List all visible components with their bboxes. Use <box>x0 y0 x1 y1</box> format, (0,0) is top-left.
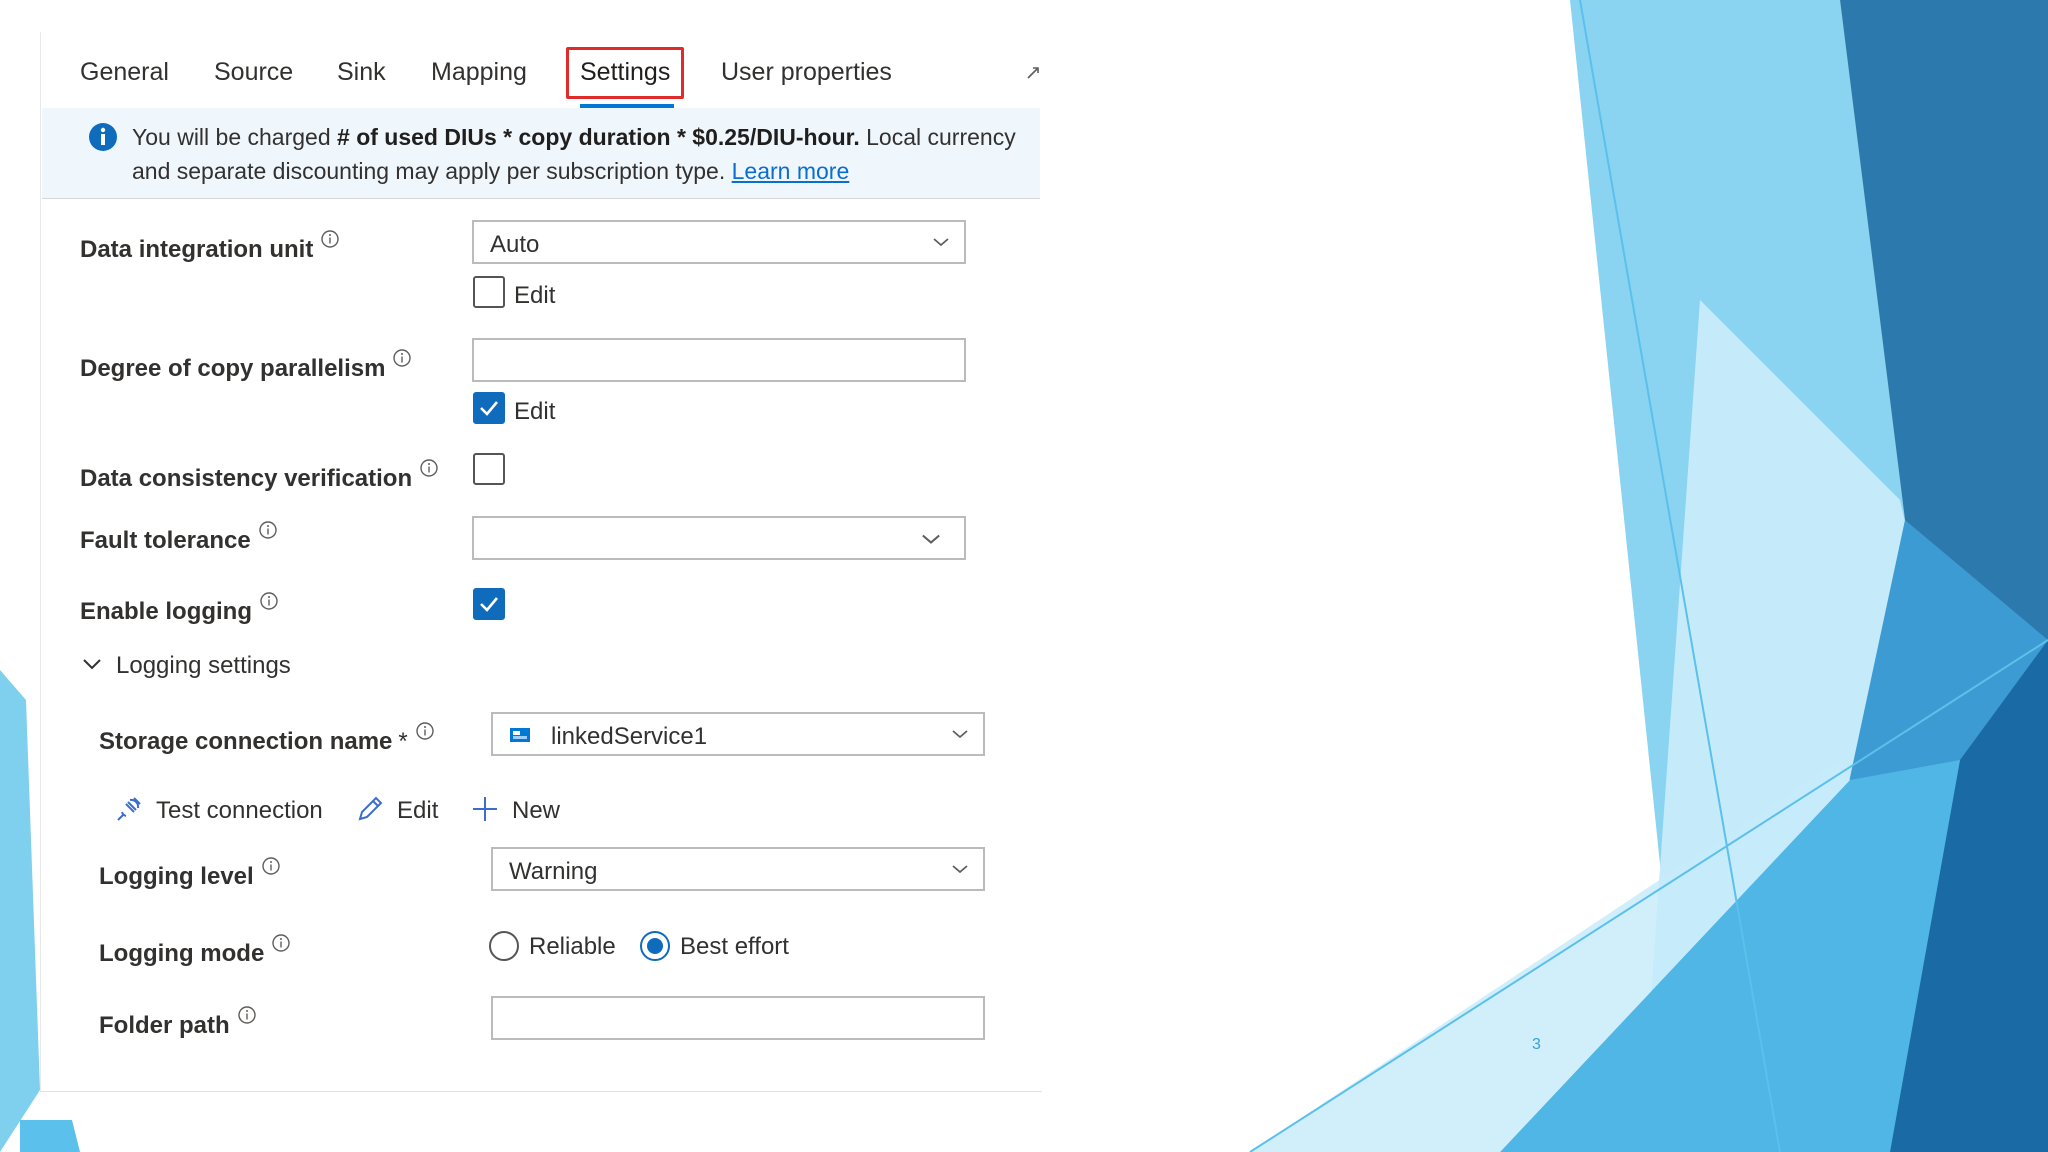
info-icon[interactable] <box>321 230 340 248</box>
plug-icon <box>117 797 141 821</box>
tab-source[interactable]: Source <box>214 58 293 87</box>
expand-icon[interactable] <box>1026 66 1040 80</box>
tab-bar: General Source Sink Mapping Settings Use… <box>40 34 1040 94</box>
linked-service-icon <box>510 728 530 742</box>
diu-value: Auto <box>490 231 540 258</box>
settings-tab-highlight-box <box>566 47 684 99</box>
parallelism-edit-label: Edit <box>514 398 556 425</box>
folder-path-label-row: Folder path <box>99 1006 256 1040</box>
chevron-down-icon <box>922 534 940 544</box>
consistency-checkbox[interactable] <box>473 453 505 485</box>
logging-settings-toggle[interactable]: Logging settings <box>82 652 291 680</box>
parallelism-label: Degree of copy parallelism <box>80 355 386 382</box>
checkmark-icon <box>480 401 498 416</box>
banner-message: You will be charged # of used DIUs * cop… <box>132 120 1032 188</box>
fault-tolerance-label-row: Fault tolerance <box>80 521 277 555</box>
storage-connection-dropdown[interactable]: linkedService1 <box>491 712 985 756</box>
info-icon[interactable] <box>260 592 278 610</box>
info-icon[interactable] <box>237 1006 256 1024</box>
info-icon[interactable] <box>416 722 434 740</box>
logging-level-label: Logging level <box>99 863 254 890</box>
info-icon[interactable] <box>261 857 280 875</box>
edit-connection-label: Edit <box>397 797 439 824</box>
logging-level-value: Warning <box>509 858 598 885</box>
folder-path-label: Folder path <box>99 1012 230 1039</box>
logging-mode-label-row: Logging mode <box>99 934 291 968</box>
parallelism-label-row: Degree of copy parallelism <box>80 349 412 383</box>
edit-connection-button[interactable]: Edit <box>355 794 438 825</box>
storage-connection-label-row: Storage connection name * <box>99 722 434 756</box>
enable-logging-label-row: Enable logging <box>80 592 278 626</box>
info-icon[interactable] <box>259 521 277 539</box>
pencil-icon <box>358 796 383 821</box>
storage-connection-label: Storage connection name <box>99 728 393 755</box>
parallelism-input[interactable] <box>472 338 966 382</box>
diu-label: Data integration unit <box>80 236 314 263</box>
logging-mode-reliable-radio[interactable]: Reliable <box>489 931 616 961</box>
new-connection-button[interactable]: New <box>470 794 560 825</box>
logging-settings-title: Logging settings <box>116 652 291 679</box>
enable-logging-label: Enable logging <box>80 598 252 625</box>
fault-tolerance-dropdown[interactable] <box>472 516 966 560</box>
logging-mode-best-effort-radio[interactable]: Best effort <box>640 931 789 961</box>
diu-dropdown[interactable]: Auto <box>472 220 966 264</box>
chevron-down-icon <box>933 238 949 247</box>
radio-ring-selected <box>640 931 670 961</box>
parallelism-edit-checkbox[interactable] <box>473 392 505 424</box>
info-icon[interactable] <box>272 934 291 952</box>
info-icon[interactable] <box>393 349 412 367</box>
diu-label-row: Data integration unit <box>80 230 340 264</box>
checkmark-icon <box>480 597 498 612</box>
radio-ring <box>489 931 519 961</box>
reliable-label: Reliable <box>529 933 616 960</box>
info-filled-icon <box>89 123 117 151</box>
diu-edit-checkbox[interactable] <box>473 276 505 308</box>
tab-user-properties[interactable]: User properties <box>721 58 892 87</box>
best-effort-label: Best effort <box>680 933 789 960</box>
fault-tolerance-label: Fault tolerance <box>80 527 251 554</box>
enable-logging-checkbox[interactable] <box>473 588 505 620</box>
chevron-down-icon <box>952 865 968 874</box>
slide-number: 3 <box>1532 1036 1541 1053</box>
chevron-down-icon <box>83 659 101 670</box>
storage-connection-value: linkedService1 <box>551 723 708 750</box>
test-connection-label: Test connection <box>156 797 323 824</box>
consistency-label-row: Data consistency verification <box>80 459 438 493</box>
active-tab-indicator <box>580 104 674 108</box>
plus-icon <box>473 797 497 821</box>
consistency-label: Data consistency verification <box>80 465 413 492</box>
diu-edit-label: Edit <box>514 282 556 309</box>
folder-path-input[interactable] <box>491 996 985 1040</box>
tab-mapping[interactable]: Mapping <box>431 58 527 87</box>
new-connection-label: New <box>512 797 561 824</box>
info-icon[interactable] <box>420 459 438 477</box>
test-connection-button[interactable]: Test connection <box>114 794 323 825</box>
chevron-down-icon <box>952 730 968 739</box>
required-mark: * <box>398 728 408 755</box>
banner-text-formula: # of used DIUs * copy duration * $0.25/D… <box>337 124 860 150</box>
learn-more-link[interactable]: Learn more <box>732 158 850 184</box>
tab-general[interactable]: General <box>80 58 169 87</box>
tab-sink[interactable]: Sink <box>337 58 386 87</box>
logging-level-dropdown[interactable]: Warning <box>491 847 985 891</box>
banner-text-lead: You will be charged <box>132 124 338 150</box>
logging-level-label-row: Logging level <box>99 857 280 891</box>
logging-mode-label: Logging mode <box>99 940 265 967</box>
